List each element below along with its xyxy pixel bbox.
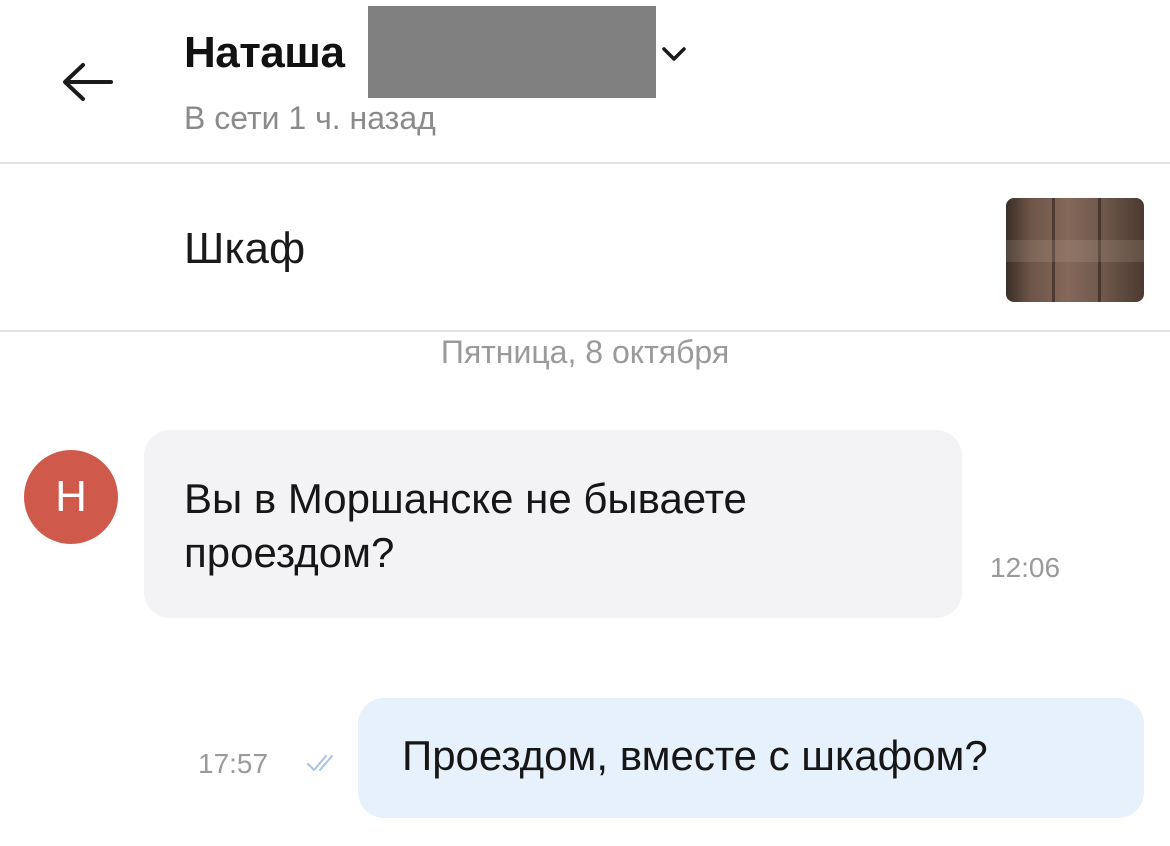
back-button[interactable] <box>52 52 122 112</box>
chat-screen: Наташа В сети 1 ч. назад Шкаф Пятница, 8… <box>0 0 1170 846</box>
thumbnail-shine <box>1006 240 1144 262</box>
arrow-left-icon <box>63 63 113 101</box>
double-check-icon <box>307 755 333 771</box>
listing-divider <box>0 330 1170 332</box>
avatar[interactable]: Н <box>24 450 118 544</box>
message-text: Вы в Моршанске не бываете проездом? <box>184 475 747 576</box>
listing-bar[interactable]: Шкаф <box>0 164 1170 330</box>
date-separator: Пятница, 8 октября <box>440 334 730 370</box>
listing-title: Шкаф <box>184 224 306 273</box>
message-text: Проездом, вместе с шкафом? <box>402 732 988 779</box>
message-time: 17:57 <box>198 748 269 779</box>
incoming-message-bubble[interactable]: Вы в Моршанске не бываете проездом? <box>144 430 962 618</box>
redaction-box <box>368 6 656 98</box>
listing-thumbnail[interactable] <box>1006 198 1144 302</box>
message-time: 12:06 <box>990 552 1061 583</box>
contact-name[interactable]: Наташа <box>184 28 345 78</box>
chevron-down-icon[interactable] <box>660 44 688 64</box>
online-status: В сети 1 ч. назад <box>184 100 436 136</box>
chat-header: Наташа В сети 1 ч. назад <box>0 0 1170 162</box>
outgoing-message-bubble[interactable]: Проездом, вместе с шкафом? <box>358 698 1144 818</box>
